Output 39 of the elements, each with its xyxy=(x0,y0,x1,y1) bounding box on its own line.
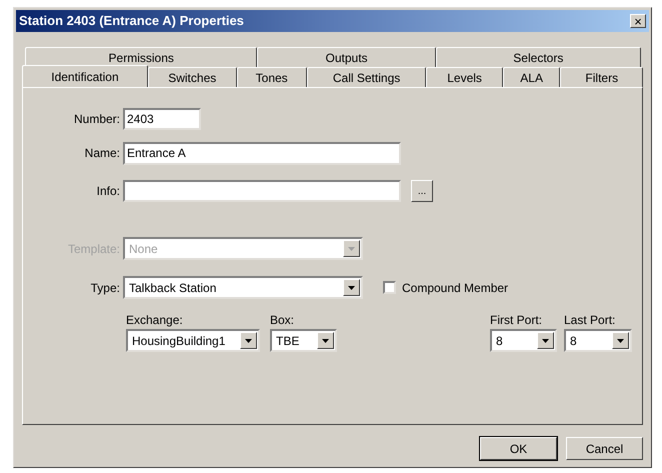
window-title: Station 2403 (Entrance A) Properties xyxy=(19,12,244,30)
field-label: Last Port: xyxy=(564,312,616,329)
field-label: Exchange: xyxy=(126,312,184,329)
browse-button[interactable]: ... xyxy=(411,180,433,202)
dropdown-arrow-icon xyxy=(348,246,355,250)
tab[interactable]: Call Settings xyxy=(306,67,426,87)
tab[interactable]: Tones xyxy=(236,67,307,87)
tab[interactable]: Filters xyxy=(560,67,643,87)
dropdown-arrow-icon xyxy=(245,338,252,342)
dropdown[interactable]: 8 xyxy=(490,329,557,352)
number-field[interactable]: 2403 xyxy=(123,108,201,130)
field-label: First Port: xyxy=(490,312,544,329)
dropdown-arrow-icon xyxy=(348,286,355,290)
dropdown[interactable]: HousingBuilding1 xyxy=(126,329,260,352)
tab[interactable]: Identification xyxy=(22,65,148,87)
dropdown[interactable]: TBE xyxy=(270,329,337,352)
dropdown-arrow-icon xyxy=(542,338,549,342)
cancel-button[interactable]: Cancel xyxy=(566,437,643,460)
dropdown-arrow-icon xyxy=(322,338,329,342)
ok-button[interactable]: OK xyxy=(480,437,557,460)
tab[interactable]: Levels xyxy=(426,67,503,87)
tab[interactable]: Permissions xyxy=(25,47,258,67)
dropdown-arrow-icon xyxy=(617,338,624,342)
checkbox[interactable] xyxy=(383,281,396,294)
tab[interactable]: Outputs xyxy=(257,47,436,67)
tab[interactable]: Selectors xyxy=(436,47,641,67)
field-label: Number: xyxy=(72,111,121,128)
name-field[interactable]: Entrance A xyxy=(123,142,401,164)
field-label: Info: xyxy=(96,183,121,200)
checkbox-label: Compound Member xyxy=(402,280,508,296)
field-label: Box: xyxy=(270,312,296,329)
dropdown[interactable]: Talkback Station xyxy=(123,276,363,299)
field-label: Name: xyxy=(84,145,121,162)
info-field[interactable] xyxy=(123,180,401,202)
field-label: Type: xyxy=(90,280,121,296)
tab[interactable]: ALA xyxy=(502,67,560,87)
tab[interactable]: Switches xyxy=(148,67,237,87)
dropdown[interactable]: 8 xyxy=(564,329,632,352)
close-button[interactable]: × xyxy=(630,14,646,28)
